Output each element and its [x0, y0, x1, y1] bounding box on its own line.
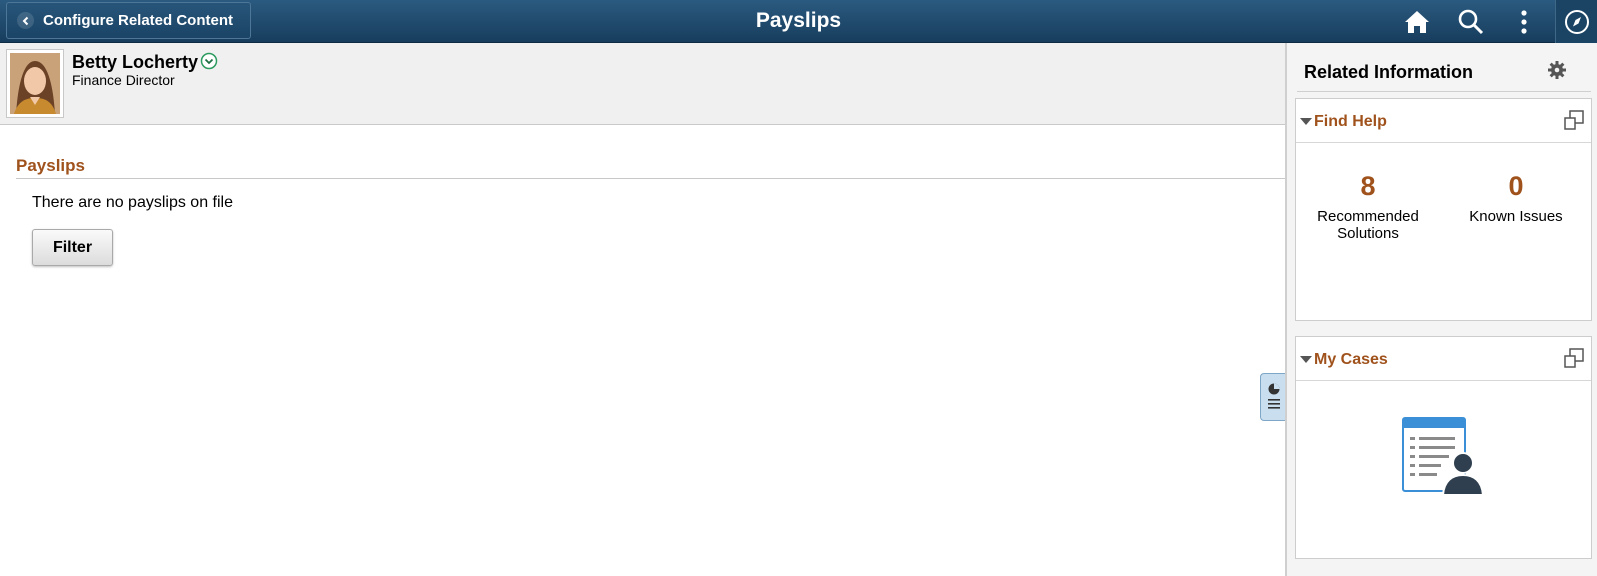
expand-window-icon[interactable] [1564, 348, 1584, 373]
pie-list-icon [1267, 383, 1280, 409]
section-title: Payslips [16, 156, 85, 175]
more-vertical-icon[interactable] [1508, 6, 1540, 38]
home-icon[interactable] [1401, 6, 1433, 38]
tile-header[interactable]: Find Help [1296, 99, 1591, 143]
panel-title: Related Information [1304, 62, 1474, 82]
tile-header[interactable]: My Cases [1296, 337, 1591, 381]
my-cases-tile: My Cases [1295, 336, 1592, 559]
metric-value: 0 [1508, 171, 1524, 201]
related-content-toggle-tab[interactable] [1260, 373, 1286, 421]
related-actions-chevron-icon[interactable] [200, 52, 218, 75]
metric-label: Recommended Solutions [1317, 208, 1419, 242]
known-issues-metric[interactable]: 0 Known Issues [1446, 171, 1586, 225]
cases-list-icon[interactable] [1402, 417, 1485, 502]
metric-label: Known Issues [1469, 208, 1563, 225]
avatar [6, 49, 64, 118]
collapse-triangle-icon[interactable] [1300, 118, 1312, 125]
tile-title: My Cases [1314, 351, 1388, 368]
search-icon[interactable] [1455, 6, 1487, 38]
navbar-compass-icon[interactable] [1555, 0, 1597, 43]
header-bar: Configure Related Content Payslips [0, 0, 1597, 43]
empty-message: There are no payslips on file [32, 194, 233, 211]
employee-job-title: Finance Director [72, 72, 175, 88]
recommended-solutions-metric[interactable]: 8 Recommended Solutions [1298, 171, 1438, 242]
back-chevron-icon [17, 12, 34, 29]
metric-value: 8 [1360, 171, 1376, 201]
configure-related-content-button[interactable]: Configure Related Content [6, 2, 251, 39]
back-button-label: Configure Related Content [43, 12, 233, 29]
filter-button[interactable]: Filter [32, 229, 113, 266]
expand-window-icon[interactable] [1564, 110, 1584, 135]
employee-name: Betty Locherty [72, 52, 199, 72]
employee-banner: Betty Locherty Finance Director [0, 43, 1285, 125]
collapse-triangle-icon[interactable] [1300, 356, 1312, 363]
find-help-tile: Find Help 8 Recommended Solutions 0 Know… [1295, 98, 1592, 321]
related-information-panel: Related Information Find Help 8 Recommen… [1285, 43, 1597, 576]
tile-title: Find Help [1314, 113, 1387, 130]
panel-divider [1297, 91, 1591, 92]
section-divider [16, 178, 1285, 179]
gear-icon[interactable] [1547, 60, 1567, 85]
